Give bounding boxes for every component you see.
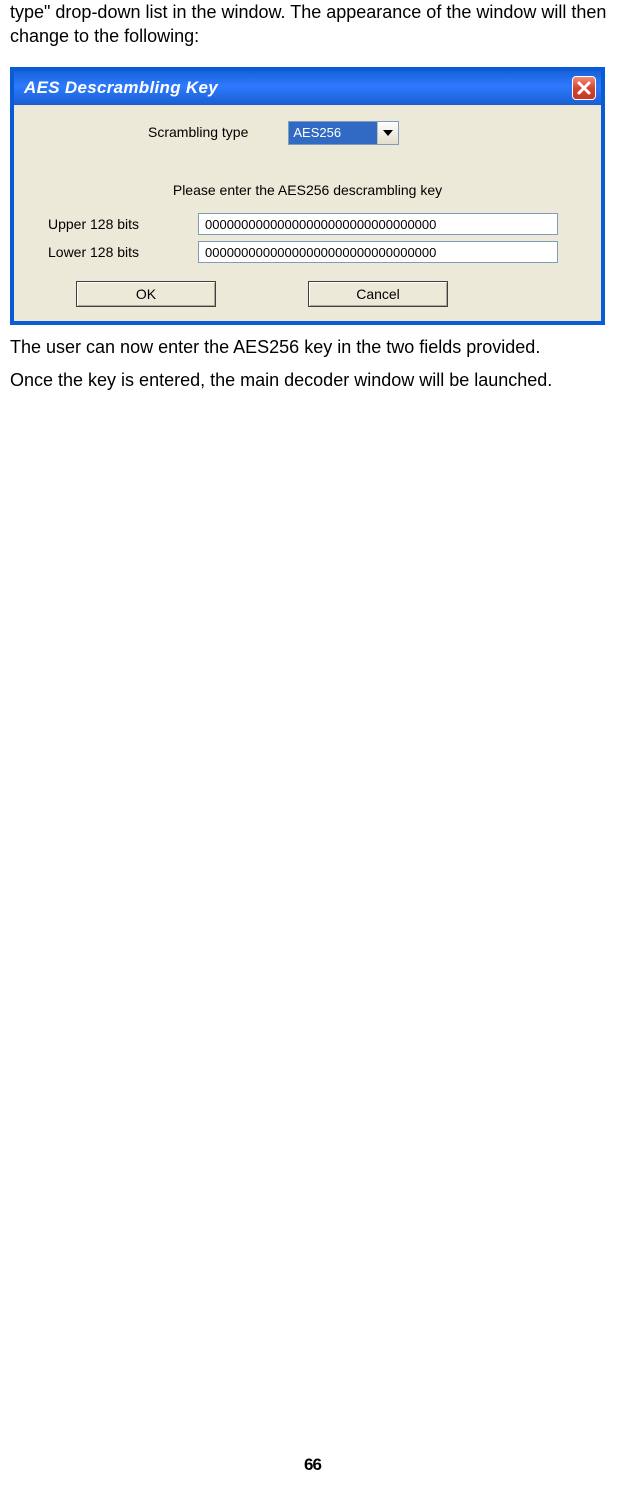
scrambling-row: Scrambling type AES256 (28, 121, 587, 145)
after-paragraph-2: Once the key is entered, the main decode… (10, 368, 615, 392)
close-button[interactable] (572, 76, 596, 100)
scrambling-type-label: Scrambling type (148, 123, 248, 142)
intro-paragraph: type" drop-down list in the window. The … (10, 0, 615, 49)
button-row: OK Cancel (28, 281, 587, 307)
lower-bits-row: Lower 128 bits (28, 241, 587, 263)
scrambling-type-value: AES256 (289, 122, 377, 144)
cancel-button[interactable]: Cancel (308, 281, 448, 307)
lower-bits-input[interactable] (198, 241, 558, 263)
combo-dropdown-button[interactable] (377, 122, 398, 144)
ok-button[interactable]: OK (76, 281, 216, 307)
upper-bits-row: Upper 128 bits (28, 213, 587, 235)
chevron-down-icon (383, 130, 393, 136)
dialog-window: AES Descrambling Key Scrambling type AES… (10, 67, 605, 326)
window-title: AES Descrambling Key (14, 71, 218, 105)
upper-bits-label: Upper 128 bits (28, 215, 198, 234)
after-paragraph-1: The user can now enter the AES256 key in… (10, 335, 615, 359)
instruction-text: Please enter the AES256 descrambling key (28, 181, 587, 200)
scrambling-type-combo[interactable]: AES256 (288, 121, 399, 145)
titlebar: AES Descrambling Key (14, 71, 601, 105)
lower-bits-label: Lower 128 bits (28, 243, 198, 262)
page-number: 66 (0, 1454, 625, 1477)
close-icon (575, 79, 593, 97)
client-area: Scrambling type AES256 Please enter the … (14, 105, 601, 322)
upper-bits-input[interactable] (198, 213, 558, 235)
